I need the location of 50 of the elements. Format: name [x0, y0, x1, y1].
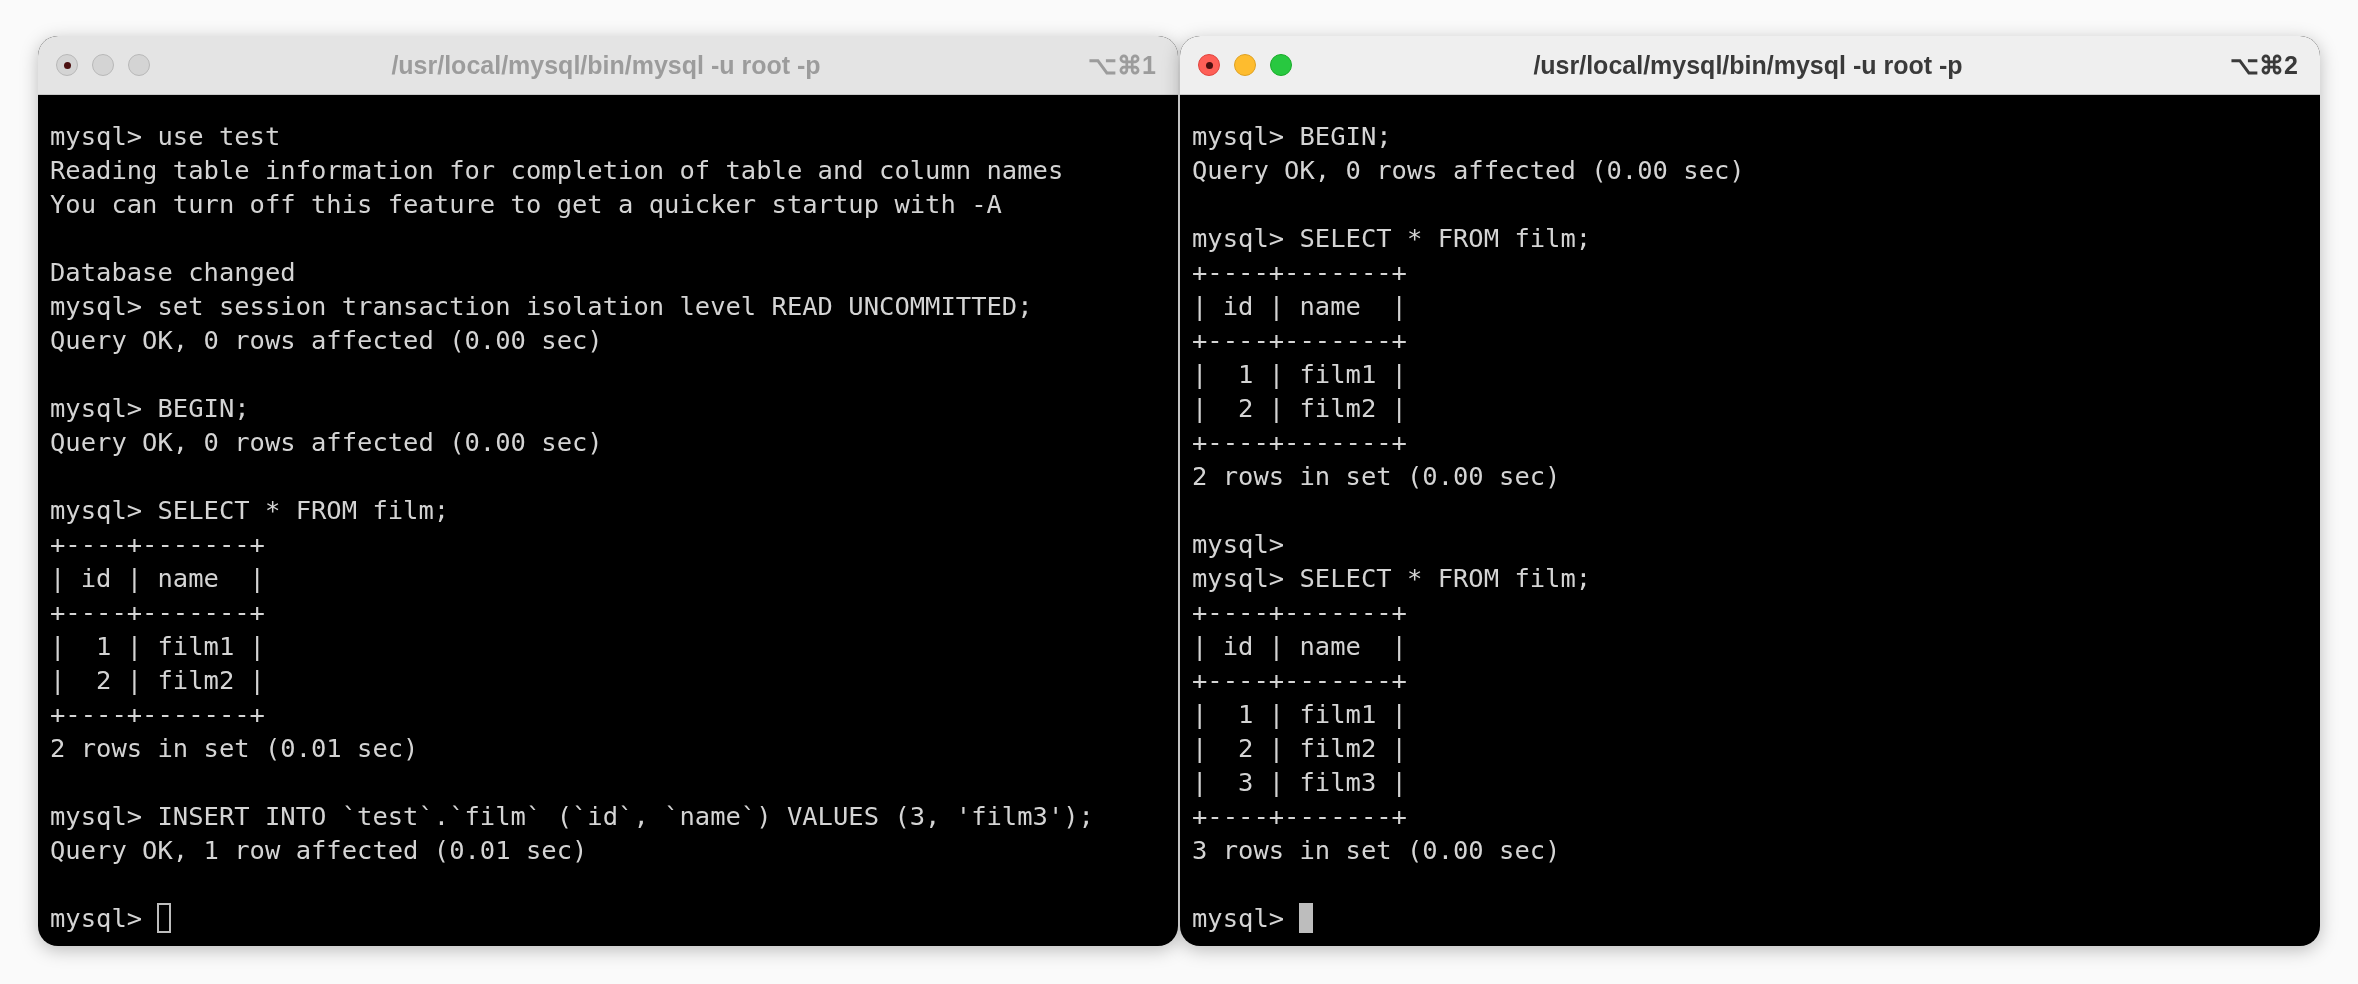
zoom-button[interactable]	[128, 54, 150, 76]
terminal-line: +----+-------+	[1192, 256, 1408, 289]
terminal-line: | id | name |	[1192, 630, 1408, 663]
terminal-line: Query OK, 1 row affected (0.01 sec)	[50, 834, 589, 867]
terminal-line: mysql> SELECT * FROM film;	[1192, 222, 1593, 255]
terminal-line: | id | name |	[1192, 290, 1408, 323]
terminal-line: +----+-------+	[1192, 324, 1408, 357]
terminal-line: +----+-------+	[1192, 426, 1408, 459]
terminal-line: | 3 | film3 |	[1192, 766, 1408, 799]
terminal-line: Reading table information for completion of table and column names	[50, 154, 1065, 187]
terminal-line: +----+-------+	[50, 698, 266, 731]
terminal-line: You can turn off this feature to get a quicker startup with -A	[50, 188, 1003, 221]
terminal-line: 2 rows in set (0.01 sec)	[50, 732, 420, 765]
terminal-line: mysql> SELECT * FROM film;	[50, 494, 451, 527]
terminal-line: +----+-------+	[1192, 800, 1408, 833]
terminal-line: +----+-------+	[1192, 664, 1408, 697]
terminal-line: mysql> use test	[50, 120, 282, 153]
terminal-line: 2 rows in set (0.00 sec)	[1192, 460, 1562, 493]
terminal-line: mysql> SELECT * FROM film;	[1192, 562, 1593, 595]
close-button[interactable]	[1198, 54, 1220, 76]
terminal-line: 3 rows in set (0.00 sec)	[1192, 834, 1562, 867]
terminal-line: Query OK, 0 rows affected (0.00 sec)	[1192, 154, 1746, 187]
terminal-line: | 1 | film1 |	[1192, 698, 1408, 731]
terminal-line: | 2 | film2 |	[1192, 392, 1408, 425]
terminal-line: +----+-------+	[1192, 596, 1408, 629]
terminal-line: | 1 | film1 |	[1192, 358, 1408, 391]
terminal-line: Query OK, 0 rows affected (0.00 sec)	[50, 426, 604, 459]
keyboard-shortcut: ⌥⌘2	[2229, 50, 2298, 80]
terminal-line: | id | name |	[50, 562, 266, 595]
terminal-line: Query OK, 0 rows affected (0.00 sec)	[50, 324, 604, 357]
terminal-line: mysql> BEGIN;	[1192, 120, 1393, 153]
terminal-prompt: mysql>	[1192, 902, 1285, 935]
terminal-line: mysql> BEGIN;	[50, 392, 251, 425]
terminal-line: +----+-------+	[50, 596, 266, 629]
zoom-button[interactable]	[1270, 54, 1292, 76]
close-button[interactable]	[56, 54, 78, 76]
window-title: /usr/local/mysql/bin/mysql -u root -p	[1532, 50, 1964, 80]
terminal-line: Database changed	[50, 256, 297, 289]
terminal-prompt: mysql>	[50, 902, 143, 935]
terminal-line: | 2 | film2 |	[50, 664, 266, 697]
minimize-button[interactable]	[92, 54, 114, 76]
terminal-line: +----+-------+	[50, 528, 266, 561]
keyboard-shortcut: ⌥⌘1	[1087, 50, 1156, 80]
minimize-button[interactable]	[1234, 54, 1256, 76]
terminal-line: mysql>	[1192, 528, 1286, 561]
window-title: /usr/local/mysql/bin/mysql -u root -p	[390, 50, 822, 80]
terminal-line: mysql> set session transaction isolation level READ UNCOMMITTED;	[50, 290, 1034, 323]
terminal-line: | 2 | film2 |	[1192, 732, 1408, 765]
terminal-line: mysql> INSERT INTO `test`.`film` (`id`, `name`) VALUES (3, 'film3');	[50, 800, 1095, 833]
terminal-line: | 1 | film1 |	[50, 630, 266, 663]
